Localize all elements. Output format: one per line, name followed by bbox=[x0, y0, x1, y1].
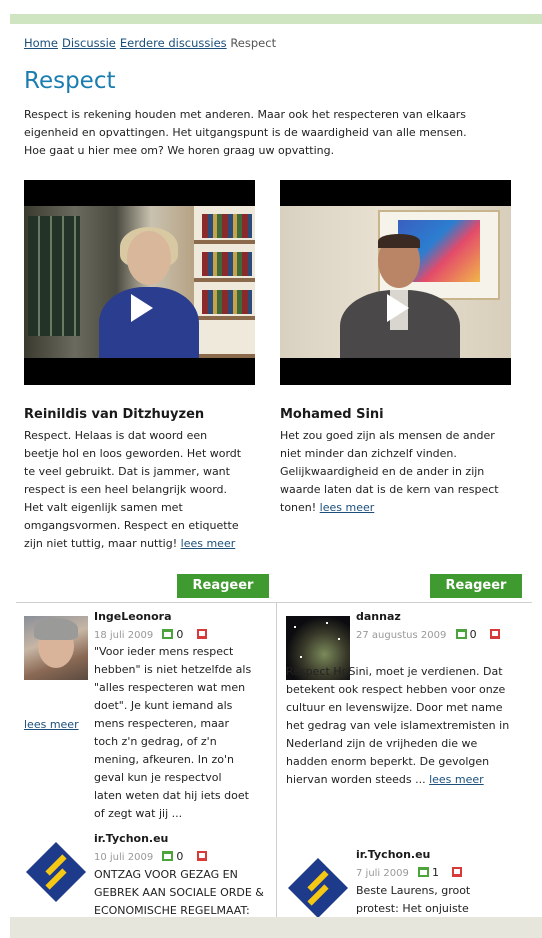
page-title: Respect bbox=[24, 68, 116, 94]
page: Home Discussie Eerdere discussies Respect … bbox=[10, 24, 542, 917]
read-more-link[interactable]: lees meer bbox=[24, 718, 79, 731]
video-player-mohamed[interactable] bbox=[280, 180, 511, 385]
comment-date: 10 juli 2009 bbox=[94, 852, 154, 863]
tychon-logo-icon bbox=[26, 842, 86, 902]
play-icon[interactable] bbox=[387, 294, 409, 322]
comment-text-continued: lees meer bbox=[24, 716, 260, 734]
speaker-quote-mohamed: Het zou goed zijn als mensen de ander ni… bbox=[280, 429, 499, 514]
comment-text: Beste Laurens, groot protest: Het onjuis… bbox=[356, 884, 471, 915]
avatar[interactable] bbox=[24, 616, 88, 680]
video-frame bbox=[280, 206, 511, 358]
read-more-link[interactable]: lees meer bbox=[181, 537, 236, 550]
comment-meta: 27 augustus 2009 0 bbox=[356, 628, 500, 641]
thumbs-up-icon[interactable] bbox=[162, 851, 174, 861]
react-button-mohamed[interactable]: Reageer bbox=[430, 574, 522, 598]
intro-text: Respect is rekening houden met anderen. … bbox=[24, 108, 467, 157]
comment-author[interactable]: ir.Tychon.eu bbox=[94, 832, 168, 845]
speaker-name-mohamed: Mohamed Sini bbox=[280, 407, 384, 422]
comment-meta: 18 juli 2009 0 bbox=[94, 628, 207, 641]
react-button-reinildis[interactable]: Reageer bbox=[177, 574, 269, 598]
books bbox=[202, 290, 252, 314]
breadcrumb-current: Respect bbox=[230, 36, 277, 50]
comment-date: 27 augustus 2009 bbox=[356, 630, 447, 641]
breadcrumb: Home Discussie Eerdere discussies Respect bbox=[24, 36, 276, 50]
books bbox=[202, 214, 252, 238]
read-more-link[interactable]: lees meer bbox=[320, 501, 375, 514]
breadcrumb-discussie[interactable]: Discussie bbox=[62, 36, 116, 50]
window bbox=[28, 216, 80, 336]
comment-text: ONTZAG VOOR GEZAG EN GEBREK AAN SOCIALE … bbox=[94, 868, 264, 917]
video-frame bbox=[24, 206, 255, 358]
top-bar bbox=[10, 14, 542, 24]
like-count: 0 bbox=[469, 628, 477, 641]
comment-author[interactable]: dannaz bbox=[356, 610, 401, 623]
like-count: 1 bbox=[432, 866, 440, 879]
like-count: 0 bbox=[176, 628, 184, 641]
bottom-bar bbox=[10, 917, 542, 938]
thumbs-up-icon[interactable] bbox=[418, 867, 430, 877]
comment-date: 7 juli 2009 bbox=[356, 868, 409, 879]
speaker-name-reinildis: Reinildis van Ditzhuyzen bbox=[24, 407, 205, 422]
avatar[interactable] bbox=[286, 856, 350, 917]
video-player-reinildis[interactable] bbox=[24, 180, 255, 385]
speaker-quote-reinildis: Respect. Helaas is dat woord een beetje … bbox=[24, 429, 242, 550]
comment-author[interactable]: ir.Tychon.eu bbox=[356, 848, 430, 861]
play-icon[interactable] bbox=[131, 294, 153, 322]
thumbs-down-icon[interactable] bbox=[452, 867, 463, 877]
read-more-link[interactable]: lees meer bbox=[429, 773, 484, 786]
avatar[interactable] bbox=[24, 840, 88, 904]
thumbs-down-icon[interactable] bbox=[489, 629, 500, 639]
comment-date: 18 juli 2009 bbox=[94, 630, 154, 641]
thumbs-down-icon[interactable] bbox=[196, 629, 207, 639]
thumbs-up-icon[interactable] bbox=[455, 629, 467, 639]
comment-meta: 7 juli 2009 1 bbox=[356, 866, 463, 879]
thumbs-up-icon[interactable] bbox=[162, 629, 174, 639]
thumbs-down-icon[interactable] bbox=[196, 851, 207, 861]
breadcrumb-eerdere-discussies[interactable]: Eerdere discussies bbox=[120, 36, 227, 50]
breadcrumb-home[interactable]: Home bbox=[24, 36, 58, 50]
like-count: 0 bbox=[176, 850, 184, 863]
comment-author[interactable]: IngeLeonora bbox=[94, 610, 172, 623]
comment-text: Respect Hr.Sini, moet je verdienen. Dat … bbox=[286, 665, 510, 786]
comment-meta: 10 juli 2009 0 bbox=[94, 850, 207, 863]
tychon-logo-icon bbox=[288, 858, 348, 917]
books bbox=[202, 252, 252, 276]
divider bbox=[16, 602, 532, 603]
